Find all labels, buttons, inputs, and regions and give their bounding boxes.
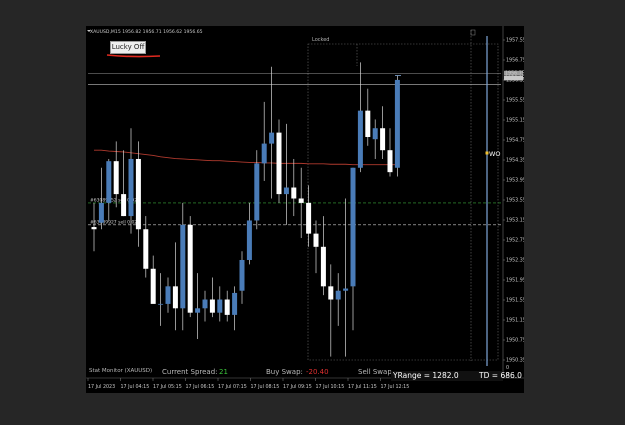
price-tick-label: 1951.95: [506, 278, 524, 284]
sell-swap-label: Sell Swap: [358, 368, 392, 376]
order-line-label: #63089927 sell 0.02: [90, 219, 137, 225]
candle-body: [320, 246, 326, 287]
candle-body: [283, 187, 289, 195]
price-tick-label: 1955.55: [506, 98, 524, 104]
price-tick-label: 1951.55: [506, 298, 524, 304]
candle-body: [209, 299, 215, 313]
time-tick-label: 17 Jul 10:15: [316, 384, 345, 390]
price-tick-label: 1954.75: [506, 138, 524, 144]
candle-body: [106, 161, 112, 203]
current-spread-label: Current Spread:: [162, 368, 218, 376]
time-tick-label: 17 Jul 07:15: [218, 384, 247, 390]
candle-body: [328, 286, 334, 300]
candle-body: [365, 110, 371, 138]
candle-body: [150, 268, 156, 304]
price-tick-label: 1952.75: [506, 238, 524, 244]
price-tick-label: 1950.35: [506, 358, 524, 364]
price-tick-label: 1955.15: [506, 118, 524, 124]
time-tick-label: 17 Jul 09:15: [283, 384, 312, 390]
stat-monitor-label: Stat Monitor (XAUUSD): [89, 368, 153, 374]
candle-body: [113, 161, 119, 195]
lucky-off-button[interactable]: Lucky Off: [110, 41, 146, 54]
candle-body: [394, 79, 400, 168]
candle-body: [239, 259, 245, 291]
lucky-off-label: Lucky Off: [111, 43, 145, 51]
candle-body: [350, 167, 356, 287]
time-tick-label: 17 Jul 12:15: [381, 384, 410, 390]
candle-body: [143, 229, 149, 269]
td-text: TD = 686.0: [479, 371, 522, 380]
price-tick-label: 1956.75: [506, 58, 524, 64]
price-tick-label: 1957.55: [506, 38, 524, 44]
price-tick-label: 1953.55: [506, 198, 524, 204]
candle-body: [276, 132, 282, 195]
time-tick-label: 17 Jul 08:15: [251, 384, 280, 390]
price-tick-label: 1953.95: [506, 178, 524, 184]
buy-swap-label: Buy Swap:: [266, 368, 303, 376]
locked-label: Locked: [312, 37, 329, 43]
candle-body: [306, 202, 312, 234]
candle-body: [261, 143, 267, 164]
price-tick-label: 1951.15: [506, 318, 524, 324]
session-box: [307, 43, 499, 361]
candle-body: [291, 187, 297, 199]
candle-body: [224, 299, 230, 315]
candle-body: [91, 227, 97, 230]
candle-body: [128, 158, 134, 217]
candle-body: [254, 163, 260, 221]
candle-body: [313, 233, 319, 247]
candle-body: [121, 194, 127, 217]
price-tick-label: 1953.15: [506, 218, 524, 224]
candle-body: [372, 128, 378, 140]
candle-body: [232, 292, 238, 315]
candle-body: [298, 198, 304, 203]
candle-body: [202, 299, 208, 309]
candle-body: [195, 308, 201, 313]
yrange-readout: YRange = 1282.0 TD = 686.0: [391, 371, 522, 381]
time-tick-label: 17 Jul 06:15: [186, 384, 215, 390]
price-tick-label: 1950.75: [506, 338, 524, 344]
price-tick-label: 1954.35: [506, 158, 524, 164]
candle-body: [187, 224, 193, 313]
price-axis: 1957.551956.751956.351955.551955.151954.…: [502, 26, 524, 378]
red-underline-mark: [106, 54, 161, 58]
candles-layer: [91, 62, 400, 357]
candle-body: [180, 224, 186, 309]
candle-body: [98, 202, 104, 223]
chart-window[interactable]: Locked #63089652 sell 0.02 #63089927 sell …: [86, 26, 524, 393]
wo-label: WO: [489, 150, 501, 158]
time-tick-label: 17 Jul 2023: [88, 384, 115, 390]
time-tick-label: 17 Jul 04:15: [121, 384, 150, 390]
candle-body: [135, 158, 141, 230]
candle-body: [343, 288, 349, 291]
candle-body: [246, 220, 252, 260]
time-tick-label: 17 Jul 11:15: [348, 384, 377, 390]
candle-body: [165, 286, 171, 304]
window-icon: [470, 29, 476, 36]
candle-body: [172, 286, 178, 309]
candle-body: [380, 128, 386, 151]
price-chart[interactable]: Locked#63089652 sell 0.02#63089927 sell …: [86, 26, 524, 393]
candle-body: [158, 303, 164, 305]
current-spread-value: 21: [219, 368, 228, 376]
candle-body: [335, 290, 341, 300]
candle-body: [217, 299, 223, 313]
candle-body: [357, 110, 363, 168]
candle-body: [269, 132, 275, 144]
yrange-text: YRange = 1282.0: [393, 371, 459, 380]
time-tick-label: 17 Jul 05:15: [153, 384, 182, 390]
price-tick-label: 1952.35: [506, 258, 524, 264]
price-marker-label: 1956.65: [505, 76, 524, 82]
buy-swap-value: -20.40: [306, 368, 329, 376]
candle-body: [387, 150, 393, 173]
symbol-info: XAUUSD,M15 1956.82 1956.71 1956.62 1956.…: [90, 29, 203, 35]
